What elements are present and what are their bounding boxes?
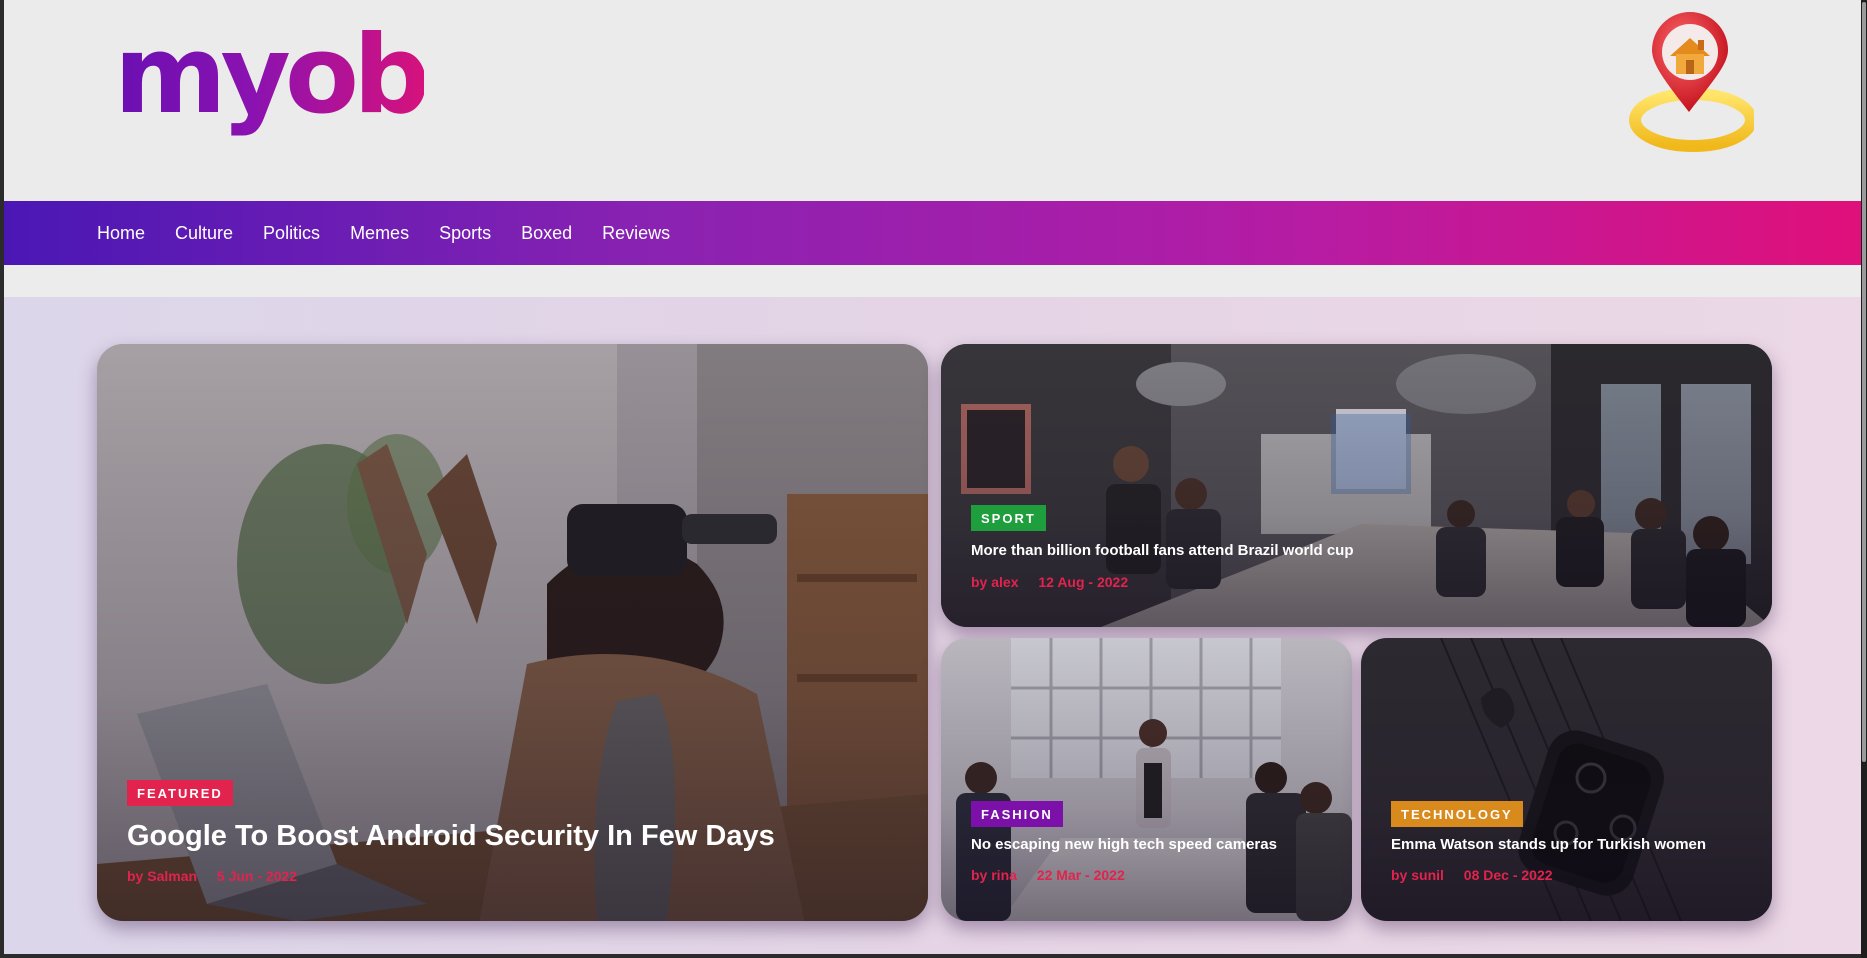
article-date: 12 Aug - 2022 <box>1038 574 1129 590</box>
site-header: myob <box>4 0 1861 201</box>
category-badge[interactable]: SPORT <box>971 505 1046 531</box>
nav-spacer <box>4 265 1861 297</box>
article-date: 22 Mar - 2022 <box>1036 867 1125 883</box>
category-badge[interactable]: FASHION <box>971 801 1063 827</box>
nav-item-boxed[interactable]: Boxed <box>521 223 572 244</box>
article-title[interactable]: Google To Boost Android Security In Few … <box>127 820 775 853</box>
fashion-card[interactable]: FASHION No escaping new high tech speed … <box>941 638 1352 921</box>
article-author[interactable]: by rina <box>971 867 1017 883</box>
scrollbar-thumb[interactable] <box>1862 2 1866 762</box>
nav-item-sports[interactable]: Sports <box>439 223 491 244</box>
nav-item-culture[interactable]: Culture <box>175 223 233 244</box>
main-navigation: Home Culture Politics Memes Sports Boxed… <box>4 201 1861 265</box>
article-meta: by Salman 5 Jun - 2022 <box>127 868 313 884</box>
article-title[interactable]: No escaping new high tech speed cameras <box>971 836 1277 853</box>
nav-item-memes[interactable]: Memes <box>350 223 409 244</box>
hero-grid: FEATURED Google To Boost Android Securit… <box>4 297 1861 954</box>
article-author[interactable]: by sunil <box>1391 867 1444 883</box>
home-location-pin-icon[interactable] <box>1624 2 1757 152</box>
article-author[interactable]: by alex <box>971 574 1018 590</box>
article-date: 5 Jun - 2022 <box>216 868 298 884</box>
article-title[interactable]: More than billion football fans attend B… <box>971 542 1354 559</box>
category-badge[interactable]: TECHNOLOGY <box>1391 801 1523 827</box>
article-meta: by sunil 08 Dec - 2022 <box>1391 867 1569 883</box>
featured-card[interactable]: FEATURED Google To Boost Android Securit… <box>97 344 928 921</box>
sport-card[interactable]: SPORT More than billion football fans at… <box>941 344 1772 627</box>
article-date: 08 Dec - 2022 <box>1463 867 1553 883</box>
nav-item-home[interactable]: Home <box>97 223 145 244</box>
nav-item-reviews[interactable]: Reviews <box>602 223 670 244</box>
article-author[interactable]: by Salman <box>127 868 197 884</box>
article-title[interactable]: Emma Watson stands up for Turkish women <box>1391 836 1706 853</box>
vertical-scrollbar[interactable] <box>1861 0 1867 958</box>
nav-item-politics[interactable]: Politics <box>263 223 320 244</box>
technology-card[interactable]: TECHNOLOGY Emma Watson stands up for Tur… <box>1361 638 1772 921</box>
category-badge[interactable]: FEATURED <box>127 780 233 806</box>
article-meta: by rina 22 Mar - 2022 <box>971 867 1141 883</box>
site-logo[interactable]: myob <box>114 6 430 146</box>
browser-viewport: myob Home Culture Politics Memes Sports … <box>4 0 1861 954</box>
article-meta: by alex 12 Aug - 2022 <box>971 574 1144 590</box>
